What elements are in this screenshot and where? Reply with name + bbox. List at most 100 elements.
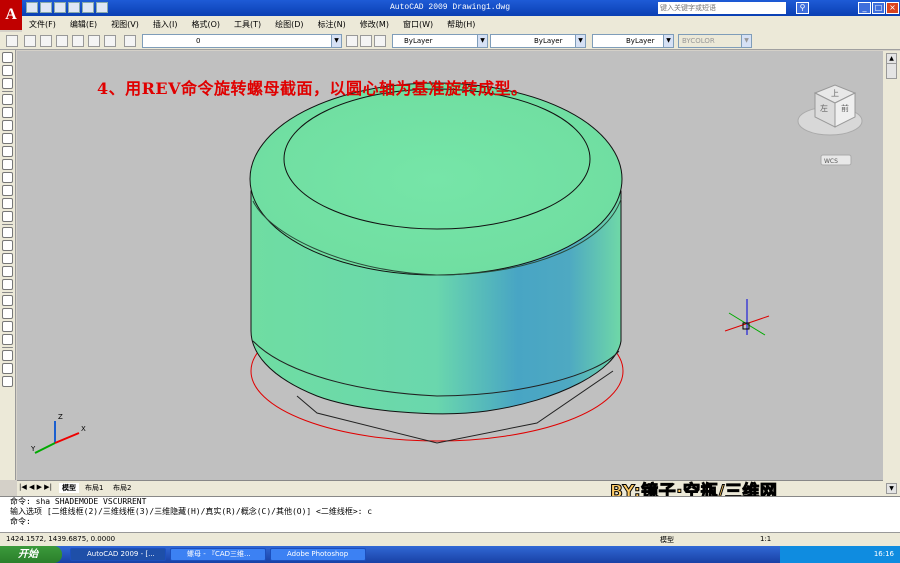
scroll-down-icon[interactable]: ▼ <box>886 483 897 494</box>
sweep-icon[interactable] <box>2 253 13 264</box>
lineweight-value: ByLayer <box>626 37 655 45</box>
intersect-icon[interactable] <box>2 321 13 332</box>
menu-draw[interactable]: 绘图(D) <box>268 19 310 30</box>
mesh-icon[interactable] <box>2 198 13 209</box>
union-icon[interactable] <box>2 295 13 306</box>
presspull-icon[interactable] <box>2 240 13 251</box>
start-button[interactable]: 开始 <box>0 546 62 563</box>
ucs-z-label: Z <box>58 413 63 421</box>
menu-view[interactable]: 视图(V) <box>104 19 146 30</box>
command-prompt[interactable]: 命令: <box>10 517 900 527</box>
slice-icon[interactable] <box>2 334 13 345</box>
layer-value: 0 <box>196 37 201 45</box>
viewcube-front-label[interactable]: 前 <box>841 103 849 113</box>
menu-insert[interactable]: 插入(I) <box>146 19 185 30</box>
toolbar-divider <box>2 224 13 225</box>
make-current-icon[interactable] <box>346 35 358 47</box>
menu-tools[interactable]: 工具(T) <box>227 19 268 30</box>
plotstyle-value: BYCOLOR <box>682 37 715 45</box>
tab-layout2[interactable]: 布局2 <box>113 483 131 493</box>
pan-icon[interactable] <box>2 78 13 89</box>
menu-dimension[interactable]: 标注(N) <box>311 19 353 30</box>
sphere-icon[interactable] <box>2 146 13 157</box>
plotstyle-combo[interactable]: BYCOLOR ▼ <box>678 34 752 48</box>
coordinates-readout[interactable]: 1424.1572, 1439.6875, 0.0000 <box>6 535 115 543</box>
wcs-label[interactable]: WCS <box>824 158 838 165</box>
viewcube-left-label[interactable]: 左 <box>820 103 828 113</box>
chevron-down-icon[interactable]: ▼ <box>741 35 751 47</box>
eraser-icon[interactable] <box>2 211 13 222</box>
cursor-crosshair-icon <box>724 299 770 336</box>
menu-file[interactable]: 文件(F) <box>22 19 63 30</box>
layer-state-icon[interactable] <box>40 35 52 47</box>
minimize-button[interactable]: _ <box>858 2 871 14</box>
task-browser[interactable]: 螺母 - 『CAD三维... <box>170 548 266 561</box>
app-logo-icon[interactable]: A <box>0 0 22 30</box>
viewcube-top-label[interactable]: 上 <box>831 89 839 98</box>
vertical-scrollbar[interactable]: ▲ ▼ <box>883 51 900 496</box>
clock[interactable]: 16:16 <box>874 550 894 558</box>
task-photoshop[interactable]: Adobe Photoshop <box>270 548 366 561</box>
layer-prev-icon[interactable] <box>88 35 100 47</box>
chevron-down-icon[interactable]: ▼ <box>477 35 487 47</box>
walk-icon[interactable] <box>2 363 13 374</box>
command-line[interactable]: 命令: sha SHADEMODE VSCURRENT 输入选项 [二维线框(2… <box>0 496 900 532</box>
layer-manager-icon[interactable] <box>24 35 36 47</box>
model-view: Z Y X 上 左 前 WCS <box>30 82 863 454</box>
linetype-combo[interactable]: ByLayer ▼ <box>490 34 586 48</box>
menu-format[interactable]: 格式(O) <box>184 19 227 30</box>
search-button[interactable]: ⚲ <box>796 2 809 14</box>
orbit-icon[interactable] <box>2 350 13 361</box>
cylinder-icon[interactable] <box>2 159 13 170</box>
instruction-caption: 4、用REV命令旋转螺母截面，以圆心轴为基准旋转成型。 <box>97 79 528 98</box>
ucs-icon[interactable] <box>2 376 13 387</box>
layer-walk-icon[interactable] <box>374 35 386 47</box>
chevron-down-icon[interactable]: ▼ <box>575 35 585 47</box>
command-history-line: 命令: sha SHADEMODE VSCURRENT <box>10 497 147 506</box>
menu-window[interactable]: 窗口(W) <box>396 19 440 30</box>
search-input[interactable]: 键入关键字或短语 <box>658 2 786 14</box>
chevron-down-icon[interactable]: ▼ <box>663 35 673 47</box>
color-combo[interactable]: ByLayer ▼ <box>392 34 488 48</box>
cone-icon[interactable] <box>2 133 13 144</box>
drawing-canvas[interactable]: Z Y X 上 左 前 WCS 4、用REV命令旋转螺母截面，以圆心轴为基准旋转… <box>17 51 883 480</box>
layer-isolate-icon[interactable] <box>124 35 136 47</box>
viewcube[interactable]: 上 左 前 WCS <box>797 84 863 166</box>
layer-match-icon[interactable] <box>104 35 116 47</box>
rotate-icon[interactable] <box>2 65 13 76</box>
move-icon[interactable] <box>2 52 13 63</box>
annotation-scale[interactable]: 1:1 <box>760 535 771 543</box>
model-toggle[interactable]: 模型 <box>660 535 674 545</box>
torus-icon[interactable] <box>2 172 13 183</box>
close-button[interactable]: × <box>886 2 899 14</box>
line-icon[interactable] <box>2 94 13 105</box>
tab-nav-icons[interactable]: |◀ ◀ ▶ ▶| <box>19 483 52 491</box>
chevron-down-icon[interactable]: ▼ <box>331 35 341 47</box>
lineweight-combo[interactable]: ByLayer ▼ <box>592 34 674 48</box>
loft-icon[interactable] <box>2 279 13 290</box>
color-value: ByLayer <box>404 37 433 45</box>
maximize-button[interactable]: □ <box>872 2 885 14</box>
tab-layout1[interactable]: 布局1 <box>85 483 103 493</box>
layer-previous-icon[interactable] <box>360 35 372 47</box>
scroll-thumb[interactable] <box>886 63 897 79</box>
toolbar-divider <box>2 347 13 348</box>
workspace-icon[interactable] <box>6 35 18 47</box>
layer-freeze-icon[interactable] <box>56 35 68 47</box>
draw-toolbar <box>0 50 16 480</box>
task-autocad[interactable]: AutoCAD 2009 - [... <box>70 548 166 561</box>
menu-edit[interactable]: 编辑(E) <box>63 19 104 30</box>
tab-model[interactable]: 模型 <box>59 483 79 493</box>
layer-combo[interactable]: 0 ▼ <box>142 34 342 48</box>
revolve-icon[interactable] <box>2 266 13 277</box>
pyramid-icon[interactable] <box>2 185 13 196</box>
layer-lock-icon[interactable] <box>72 35 84 47</box>
box-icon[interactable] <box>2 107 13 118</box>
subtract-icon[interactable] <box>2 308 13 319</box>
extrude-icon[interactable] <box>2 227 13 238</box>
menu-help[interactable]: 帮助(H) <box>440 19 482 30</box>
properties-toolbar: 0 ▼ ByLayer ▼ ByLayer ▼ ByLayer ▼ BYCOLO… <box>0 32 900 50</box>
wedge-icon[interactable] <box>2 120 13 131</box>
taskbar: 开始 AutoCAD 2009 - [... 螺母 - 『CAD三维... Ad… <box>0 546 900 563</box>
menu-modify[interactable]: 修改(M) <box>353 19 396 30</box>
